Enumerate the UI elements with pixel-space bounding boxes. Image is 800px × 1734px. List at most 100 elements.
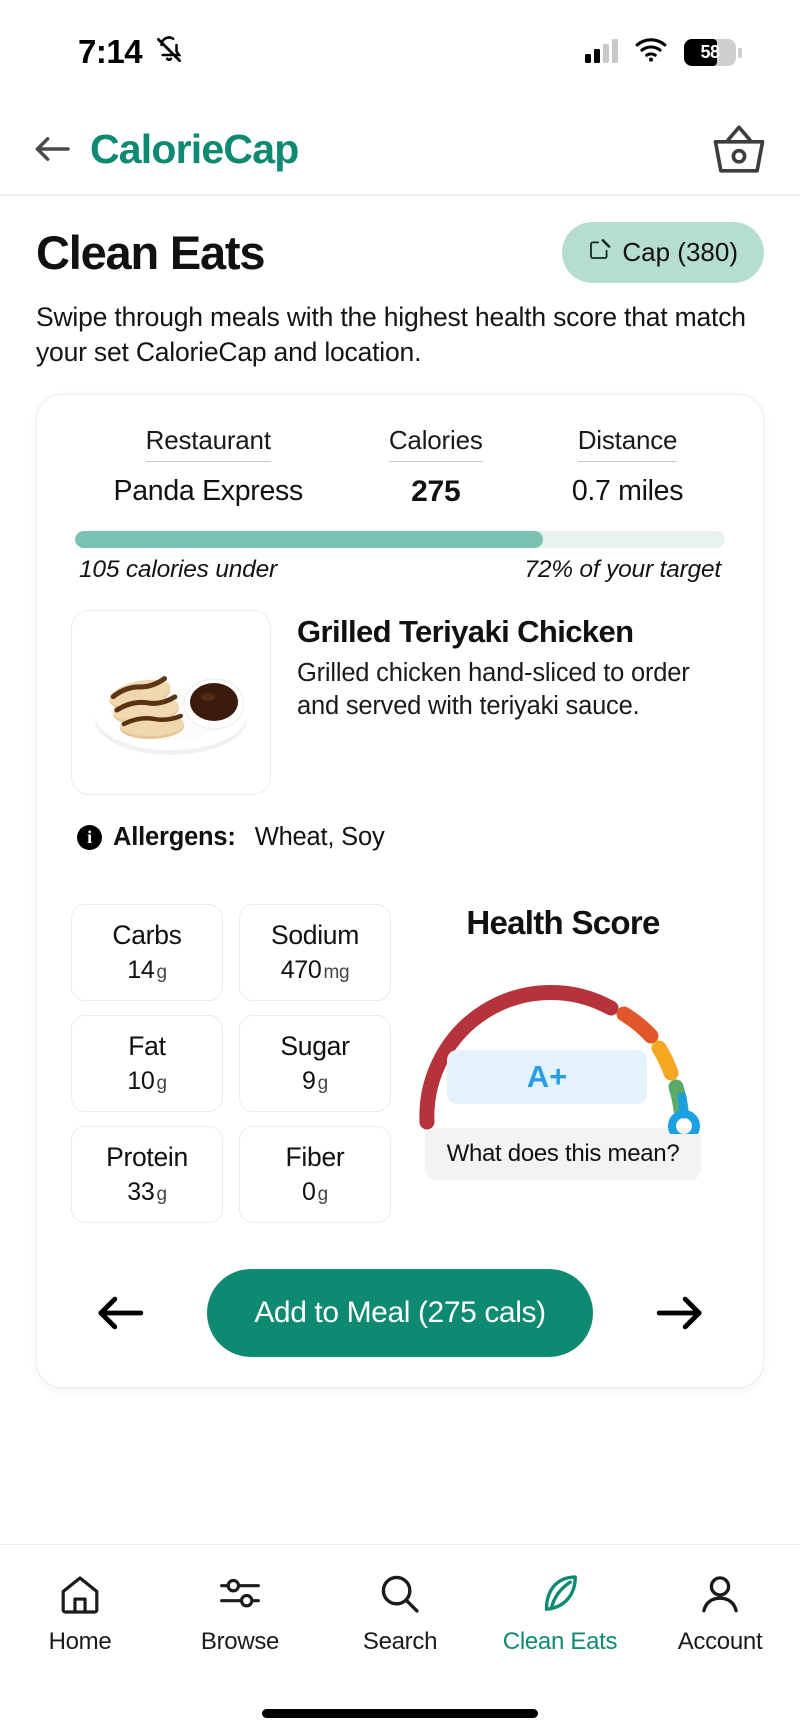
food-row: Grilled Teriyaki Chicken Grilled chicken… xyxy=(71,609,729,795)
progress-fill xyxy=(75,530,543,548)
nutrition-value: 10 xyxy=(127,1066,155,1095)
what-does-this-mean-label: What does this mean? xyxy=(446,1139,680,1167)
food-description: Grilled chicken hand-sliced to order and… xyxy=(297,658,690,721)
nutrition-name: Fiber xyxy=(285,1141,345,1172)
status-bar-left: 7:14 xyxy=(78,33,184,71)
nutrition-unit: g xyxy=(317,1072,329,1094)
battery-level: 58 xyxy=(700,41,720,62)
stat-label: Distance xyxy=(577,425,677,462)
nutrition-amount: 9g xyxy=(302,1067,328,1096)
person-icon xyxy=(698,1571,742,1617)
next-meal-button[interactable] xyxy=(649,1282,711,1344)
page-header: Clean Eats Cap (380) Swipe through meals… xyxy=(0,196,800,370)
sliders-icon xyxy=(218,1571,262,1617)
nutrition-item: Sodium 470 mg xyxy=(239,903,391,1001)
gauge-segment-amber xyxy=(651,1040,679,1081)
stat-restaurant: Restaurant Panda Express xyxy=(75,425,342,508)
progress-track xyxy=(75,530,725,548)
card-actions: Add to Meal (275 cals) xyxy=(71,1268,729,1357)
info-circle-icon[interactable]: i xyxy=(77,824,102,850)
app-screen: 7:14 58 CalorieCap Clean Eats Cap (380) … xyxy=(0,0,800,1734)
nutrition-item: Carbs 14 g xyxy=(71,903,223,1001)
nutrition-unit: g xyxy=(156,1072,167,1094)
wifi-icon xyxy=(635,37,667,67)
nutrition-amount: 0g xyxy=(302,1178,328,1207)
stat-value: Panda Express xyxy=(113,474,304,507)
status-bar: 7:14 58 xyxy=(0,0,800,104)
shopping-basket-icon[interactable] xyxy=(708,119,770,179)
stat-distance: Distance 0.7 miles xyxy=(530,425,725,508)
gauge-segment-orange xyxy=(616,1006,659,1044)
nutrition-and-score: Carbs 14 g Sodium 470 mg Fat 10 g Sugar 9g … xyxy=(71,903,729,1223)
previous-meal-button[interactable] xyxy=(89,1282,151,1344)
page-subtitle: Swipe through meals with the highest hea… xyxy=(36,302,746,367)
food-info: Grilled Teriyaki Chicken Grilled chicken… xyxy=(297,610,729,795)
battery-icon: 58 xyxy=(684,38,742,66)
arrow-left-icon[interactable] xyxy=(24,121,80,177)
nutrition-value: 470 xyxy=(280,955,322,984)
search-icon xyxy=(378,1571,422,1617)
tab-home[interactable]: Home xyxy=(0,1571,160,1656)
nutrition-unit: g xyxy=(156,1183,167,1205)
tab-label: Clean Eats xyxy=(502,1628,618,1655)
nutrition-value: 0 xyxy=(302,1177,316,1206)
nutrition-item: Fat 10 g xyxy=(71,1014,223,1112)
food-name: Grilled Teriyaki Chicken xyxy=(297,613,634,649)
home-icon xyxy=(58,1571,102,1617)
health-score-gauge: A+ xyxy=(413,954,713,1134)
nutrition-name: Sodium xyxy=(270,919,360,950)
allergens-label: Allergens: xyxy=(113,822,236,851)
nutrition-name: Sugar xyxy=(280,1030,350,1061)
add-to-meal-button[interactable]: Add to Meal (275 cals) xyxy=(207,1268,593,1357)
tab-browse[interactable]: Browse xyxy=(160,1571,320,1656)
stat-value: 275 xyxy=(411,474,461,508)
allergens-value: Wheat, Soy xyxy=(254,822,385,851)
nutrition-amount: 14 g xyxy=(127,956,167,985)
tab-clean-eats[interactable]: Clean Eats xyxy=(480,1571,640,1656)
title-row: Clean Eats Cap (380) xyxy=(36,222,764,283)
health-grade-badge: A+ xyxy=(447,1049,647,1104)
health-grade-text: A+ xyxy=(526,1058,568,1094)
leaf-icon xyxy=(538,1571,582,1617)
stats-row: Restaurant Panda Express Calories 275 Di… xyxy=(71,425,729,509)
nutrition-unit: g xyxy=(156,961,167,983)
tab-label: Home xyxy=(48,1628,112,1655)
tab-search[interactable]: Search xyxy=(320,1571,480,1656)
nutrition-name: Fat xyxy=(128,1030,166,1061)
food-image xyxy=(71,609,271,795)
tab-label: Browse xyxy=(200,1628,280,1655)
add-to-meal-label: Add to Meal (275 cals) xyxy=(254,1295,546,1329)
stat-calories: Calories 275 xyxy=(342,425,531,509)
stat-value: 0.7 miles xyxy=(571,474,684,507)
nutrition-value: 33 xyxy=(127,1177,155,1206)
nutrition-value: 14 xyxy=(127,955,155,984)
nutrition-name: Protein xyxy=(106,1141,188,1172)
stat-label: Restaurant xyxy=(145,425,271,462)
cellular-signal-icon xyxy=(585,39,618,63)
meal-card: Restaurant Panda Express Calories 275 Di… xyxy=(36,393,764,1388)
what-does-this-mean-button[interactable]: What does this mean? xyxy=(424,1127,702,1180)
nutrition-unit: mg xyxy=(323,961,350,983)
nutrition-amount: 10 g xyxy=(127,1067,167,1096)
tab-label: Search xyxy=(362,1628,438,1655)
edit-square-icon xyxy=(588,237,612,268)
app-title: CalorieCap xyxy=(90,125,299,172)
tab-account[interactable]: Account xyxy=(640,1571,800,1656)
nutrition-item: Sugar 9g xyxy=(239,1014,391,1112)
health-score-title: Health Score xyxy=(466,903,660,941)
nutrition-grid: Carbs 14 g Sodium 470 mg Fat 10 g Sugar 9g … xyxy=(71,903,391,1223)
allergens-row: i Allergens: Wheat, Soy xyxy=(71,823,729,852)
app-bar: CalorieCap xyxy=(0,104,800,196)
home-indicator xyxy=(0,1692,800,1734)
cap-badge-button[interactable]: Cap (380) xyxy=(562,222,764,283)
progress-captions: 105 calories under 72% of your target xyxy=(75,556,725,584)
bottom-tab-bar: Home Browse Search Clean Eats Account xyxy=(0,1544,800,1692)
nutrition-name: Carbs xyxy=(112,919,182,950)
cap-badge-label: Cap (380) xyxy=(622,237,738,267)
nutrition-unit: g xyxy=(317,1183,329,1205)
health-score-section: Health Score A+ What does this mean? xyxy=(391,904,729,1223)
nutrition-value: 9 xyxy=(302,1066,316,1095)
nutrition-item: Fiber 0g xyxy=(239,1125,391,1223)
status-bar-right: 58 xyxy=(585,37,742,67)
tab-label: Account xyxy=(677,1628,763,1655)
